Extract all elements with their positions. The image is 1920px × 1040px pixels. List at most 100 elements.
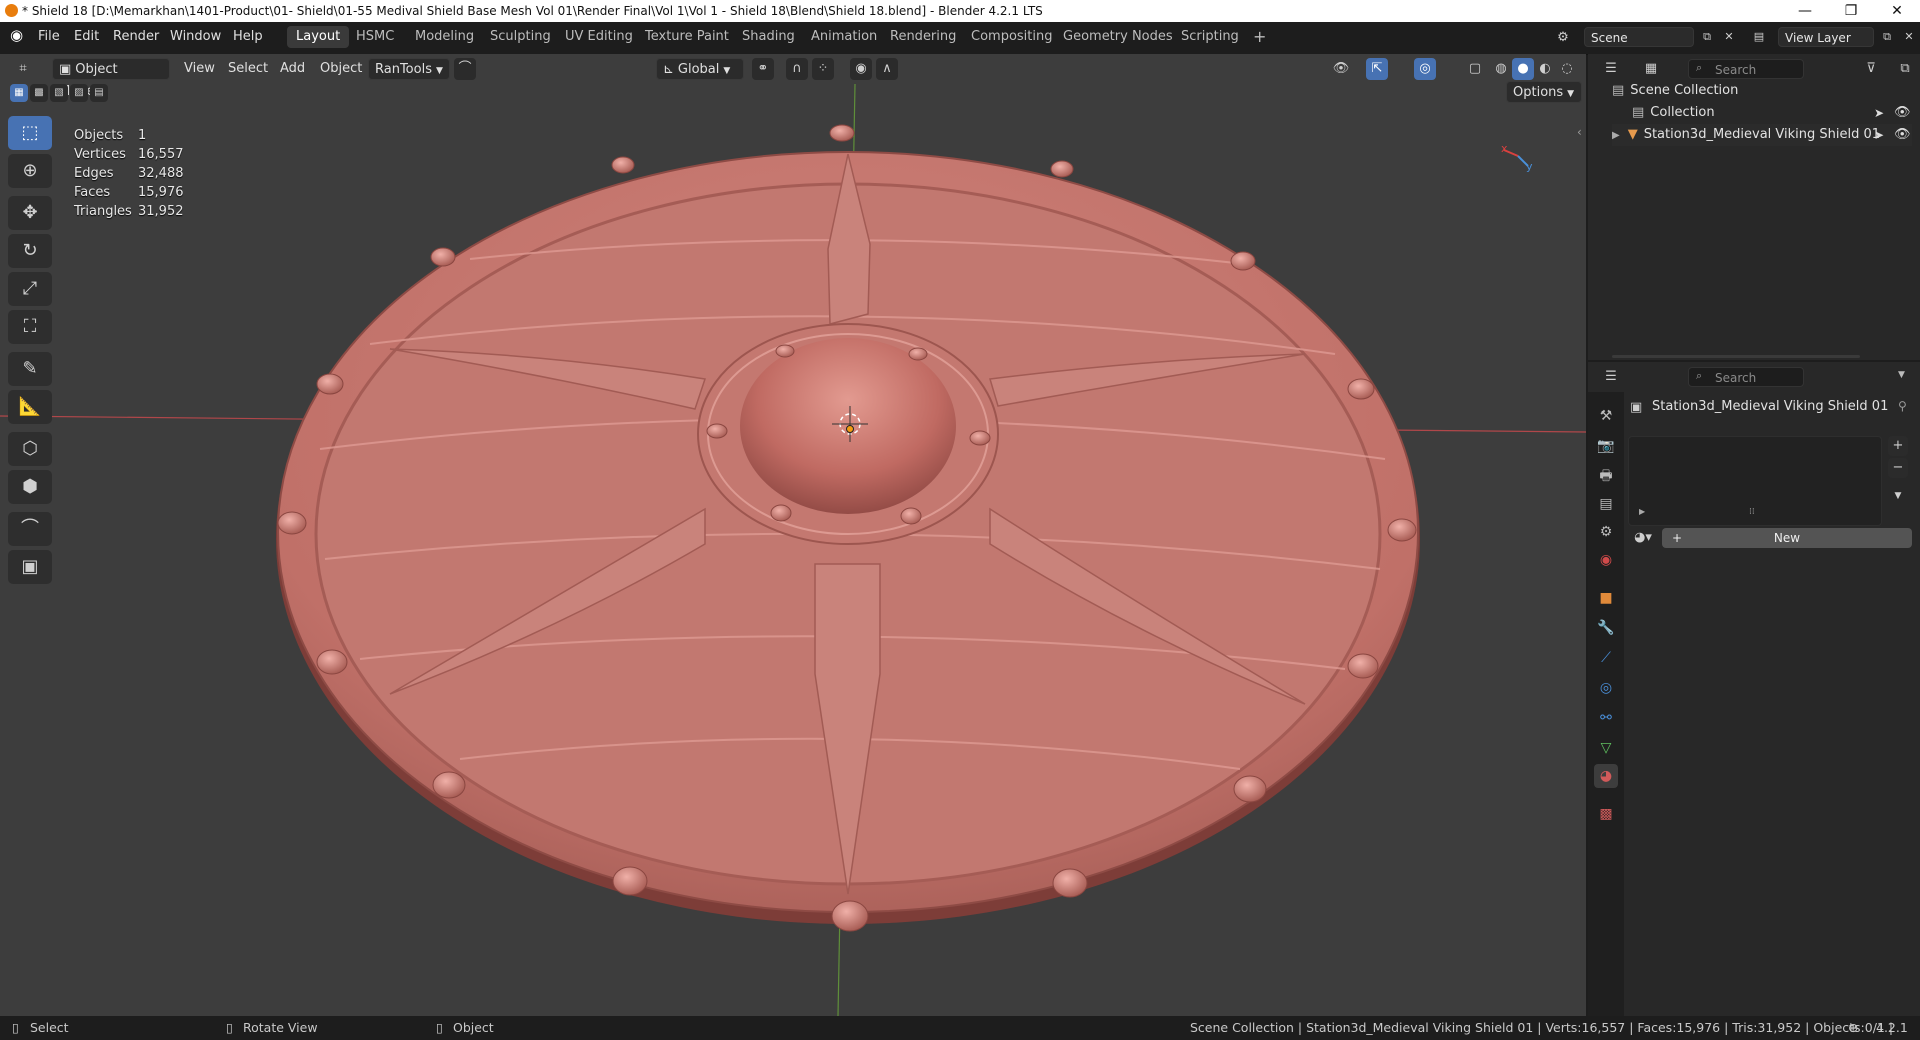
texture-tab-icon[interactable]: ▩ (1594, 802, 1618, 826)
new-collection-icon[interactable]: ⧉ (1894, 58, 1916, 80)
world-tab-icon[interactable]: ◉ (1594, 548, 1618, 572)
modifiers-tab-icon[interactable]: 🔧 (1594, 616, 1618, 640)
tab-animation[interactable]: Animation (802, 26, 886, 48)
overlays-toggle-icon[interactable]: ◎ (1414, 58, 1436, 80)
blender-menu-icon[interactable]: ◉ (10, 26, 23, 44)
add-slot-button[interactable]: + (1888, 436, 1908, 456)
curve-tool-icon[interactable]: ⌒ (454, 58, 476, 80)
particles-tab-icon[interactable]: ⟋ (1594, 646, 1618, 670)
menu-edit[interactable]: Edit (74, 29, 99, 44)
curve-draw-tool[interactable]: ⌒ (8, 512, 52, 546)
menu-file[interactable]: File (38, 29, 60, 44)
scene-icon[interactable]: ⚙ (1552, 27, 1574, 49)
tab-scripting[interactable]: Scripting (1172, 26, 1248, 48)
outliner-object-row[interactable]: ▶ ▼ Station3d_Medieval Viking Shield 01 (1612, 124, 1912, 146)
select-subtract-icon[interactable]: ▧ (50, 84, 68, 102)
measure-tool[interactable]: 📐 (8, 390, 52, 424)
select-intersect-icon[interactable]: ▤ (90, 84, 108, 102)
rotate-tool[interactable]: ↻ (8, 234, 52, 268)
new-view-layer-icon[interactable]: ⧉ (1876, 26, 1898, 48)
close-button[interactable]: ✕ (1874, 0, 1920, 22)
wireframe-shading-icon[interactable]: ◍ (1490, 58, 1512, 80)
resize-handle-icon[interactable]: ⁞⁞ (1749, 507, 1755, 517)
view-menu[interactable]: View (178, 58, 221, 80)
expand-triangle-icon[interactable]: ▶ (1639, 507, 1645, 516)
delete-scene-icon[interactable]: ✕ (1718, 26, 1740, 48)
minimize-button[interactable]: — (1782, 0, 1828, 22)
visibility-icon[interactable]: 👁 (1330, 58, 1352, 80)
select-new-icon[interactable]: ▦ (10, 84, 28, 102)
tab-texture-paint[interactable]: Texture Paint (636, 26, 738, 48)
pin-icon[interactable]: ⚲ (1898, 399, 1907, 413)
tab-layout[interactable]: Layout (287, 26, 350, 48)
tab-hsmc[interactable]: HSMC (347, 26, 403, 48)
view-layer-icon[interactable]: ▤ (1748, 26, 1770, 48)
visibility-eye-icon[interactable]: 👁 (1894, 127, 1911, 142)
scene-tab-icon[interactable]: ⚙ (1594, 520, 1618, 544)
display-mode-icon[interactable]: ▦ (1640, 58, 1662, 80)
tab-sculpting[interactable]: Sculpting (481, 26, 560, 48)
outliner-collection[interactable]: ▤ Collection (1632, 102, 1715, 124)
chevron-down-icon[interactable]: ▼ (1898, 370, 1905, 380)
slot-specials-chevron-icon[interactable]: ▼ (1888, 486, 1908, 506)
properties-search-input[interactable]: Search (1688, 367, 1804, 387)
image-tool[interactable]: ▣ (8, 550, 52, 584)
visibility-eye-icon[interactable]: 👁 (1894, 105, 1911, 120)
tab-geometry-nodes[interactable]: Geometry Nodes (1054, 26, 1182, 48)
object-menu[interactable]: Object (314, 58, 368, 80)
selectable-toggle-icon[interactable]: ➤ (1874, 128, 1884, 142)
outliner-editor-icon[interactable]: ☰ (1600, 58, 1622, 80)
tab-shading[interactable]: Shading (733, 26, 804, 48)
transform-tool[interactable]: ⛶ (8, 310, 52, 344)
transform-orientation-selector[interactable]: ⊾ Global ▼ (656, 58, 744, 80)
editor-type-icon[interactable]: ⌗ (12, 58, 34, 80)
menu-window[interactable]: Window (170, 29, 221, 44)
solid-shading-icon[interactable]: ● (1512, 58, 1534, 80)
tab-uv-editing[interactable]: UV Editing (556, 26, 642, 48)
rantools-menu[interactable]: RanTools ▼ (368, 58, 450, 80)
output-tab-icon[interactable]: 🖶 (1594, 464, 1618, 488)
view-layer-selector[interactable]: View Layer (1778, 27, 1874, 47)
browse-material-icon[interactable]: ◕▾ (1628, 528, 1658, 548)
constraints-tab-icon[interactable]: ⚯ (1594, 706, 1618, 730)
gizmo-toggle-icon[interactable]: ⇱ (1366, 58, 1388, 80)
tab-compositing[interactable]: Compositing (962, 26, 1062, 48)
xray-toggle-icon[interactable]: ▢ (1464, 58, 1486, 80)
material-shading-icon[interactable]: ◐ (1534, 58, 1556, 80)
snap-magnet-icon[interactable]: ∩ (786, 58, 808, 80)
rendered-shading-icon[interactable]: ◌ (1556, 58, 1578, 80)
tab-rendering[interactable]: Rendering (881, 26, 965, 48)
add-mesh-tool[interactable]: ⬢ (8, 470, 52, 504)
menu-render[interactable]: Render (113, 29, 159, 44)
3d-viewport[interactable]: x y ‹ ⌗ ▣Object Mode▼ View Select Add Ob… (0, 54, 1586, 1016)
pivot-point-icon[interactable]: ⚭ (752, 58, 774, 80)
snap-target-icon[interactable]: ⁘ (812, 58, 834, 80)
options-dropdown[interactable]: Options ▼ (1506, 81, 1582, 103)
menu-help[interactable]: Help (233, 29, 263, 44)
move-tool[interactable]: ✥ (8, 196, 52, 230)
physics-tab-icon[interactable]: ◎ (1594, 676, 1618, 700)
data-tab-icon[interactable]: ▽ (1594, 736, 1618, 760)
select-menu[interactable]: Select (222, 58, 274, 80)
remove-slot-button[interactable]: − (1888, 458, 1908, 478)
delete-view-layer-icon[interactable]: ✕ (1898, 26, 1920, 48)
add-cube-tool[interactable]: ⬡ (8, 432, 52, 466)
material-slot-list[interactable]: ▶ ⁞⁞ (1628, 436, 1882, 526)
selectable-toggle-icon[interactable]: ➤ (1874, 106, 1884, 120)
view-layer-tab-icon[interactable]: ▤ (1594, 492, 1618, 516)
select-box-tool[interactable]: ⬚ (8, 116, 52, 150)
new-material-button[interactable]: + New (1662, 528, 1912, 548)
outliner-search-input[interactable]: Search (1688, 59, 1804, 79)
select-extend-icon[interactable]: ▩ (30, 84, 48, 102)
annotate-tool[interactable]: ✎ (8, 352, 52, 386)
add-menu[interactable]: Add (274, 58, 311, 80)
tool-tab-icon[interactable]: ⚒ (1594, 404, 1618, 428)
outliner-scene-collection[interactable]: ▤ Scene Collection (1612, 80, 1738, 102)
cursor-tool[interactable]: ⊕ (8, 154, 52, 188)
select-invert-icon[interactable]: ▨ (70, 84, 88, 102)
render-tab-icon[interactable]: 📷 (1594, 434, 1618, 458)
falloff-icon[interactable]: ∧ (876, 58, 898, 80)
properties-editor-icon[interactable]: ☰ (1600, 366, 1622, 388)
outliner-scrollbar[interactable] (1612, 355, 1860, 358)
tab-modeling[interactable]: Modeling (406, 26, 483, 48)
